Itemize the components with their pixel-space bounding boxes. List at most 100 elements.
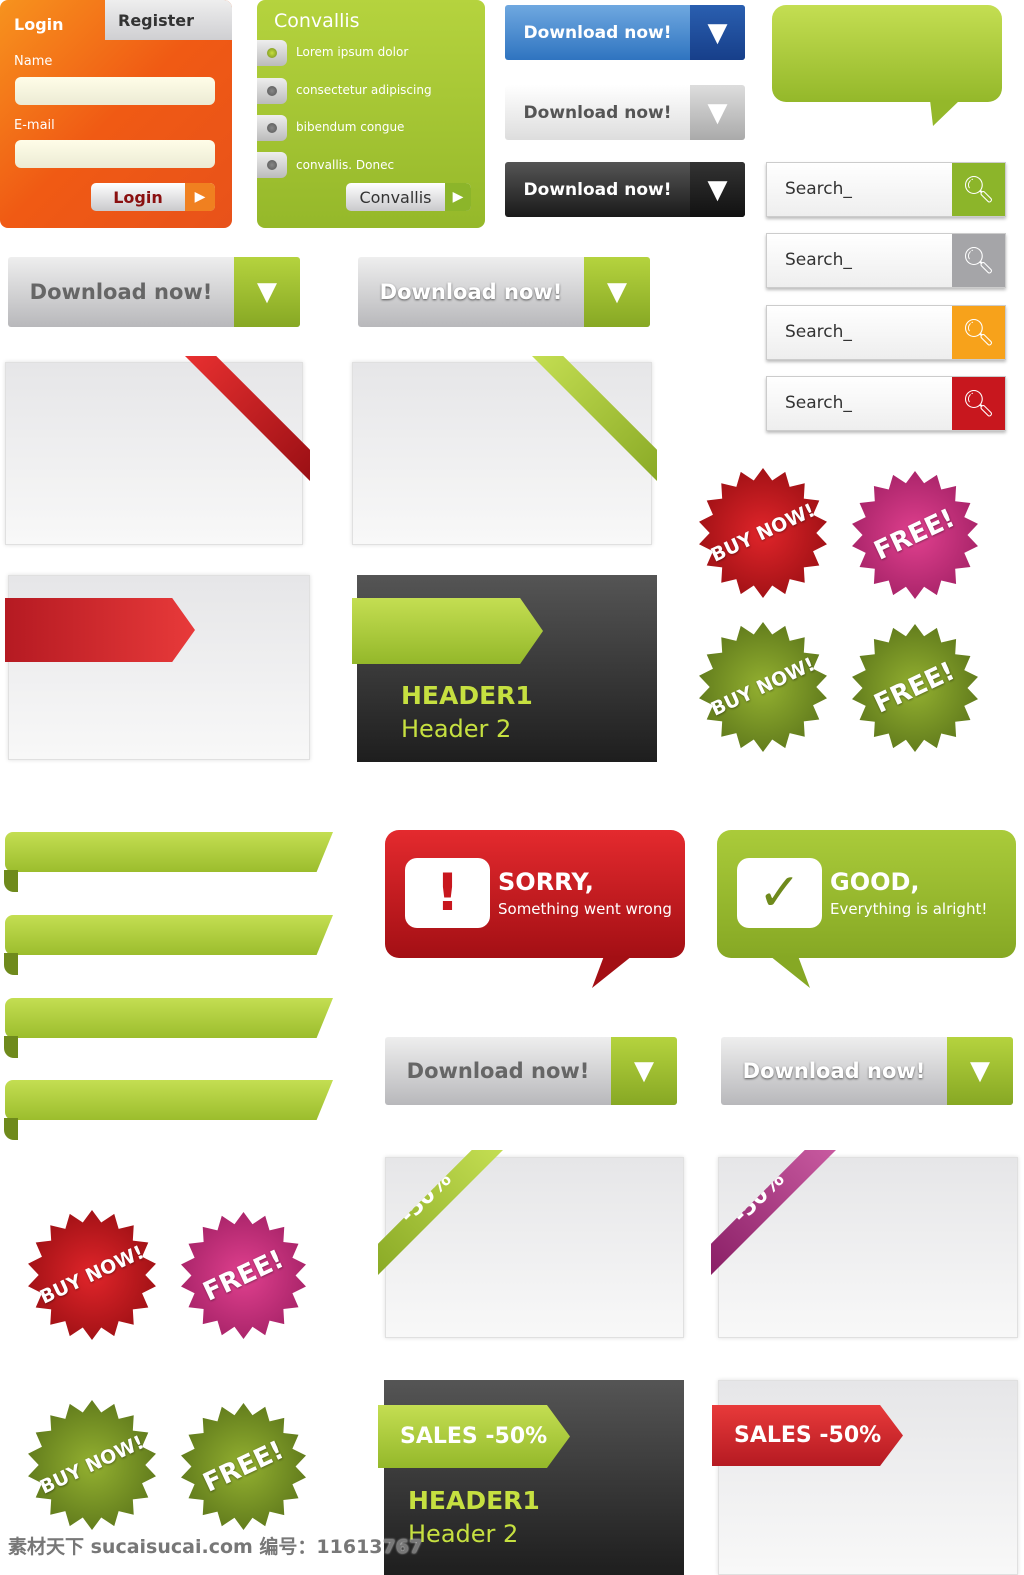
login-button[interactable]: Login ▶: [91, 183, 215, 211]
list-item: bibendum congue: [296, 120, 405, 134]
sales-tab-green: SALES -50%: [378, 1405, 570, 1468]
arrow-down-icon: ▼: [690, 85, 745, 140]
ribbon-3: [5, 998, 333, 1038]
card-green-corner: [352, 362, 652, 545]
badge-free-green[interactable]: FREE!: [852, 624, 978, 752]
error-text: Something went wrong: [498, 900, 672, 918]
card-discount-green: [385, 1157, 684, 1338]
login-button-label: Login: [113, 187, 163, 207]
search-input[interactable]: Search_: [767, 377, 952, 430]
ribbon-4: [5, 1080, 333, 1120]
panel-title: Convallis: [274, 10, 360, 32]
search-box-red[interactable]: Search_ 🔍︎: [766, 376, 1006, 431]
ribbon-curl: [4, 1118, 18, 1140]
search-icon[interactable]: 🔍︎: [952, 234, 1005, 287]
download-label: Download now!: [379, 280, 563, 304]
download-label: Download now!: [523, 102, 672, 123]
radio-4[interactable]: [257, 152, 287, 178]
header1: HEADER1: [401, 681, 533, 710]
arrow-down-icon: ▼: [584, 257, 650, 327]
radio-3[interactable]: [257, 115, 287, 141]
badge-free-magenta[interactable]: FREE!: [852, 471, 978, 599]
search-box-green[interactable]: Search_ 🔍︎: [766, 162, 1006, 217]
tab-login[interactable]: Login: [14, 15, 64, 34]
arrow-right-icon: ▶: [185, 183, 215, 211]
download-label: Download now!: [29, 280, 213, 304]
header2: Header 2: [408, 1520, 519, 1548]
download-label: Download now!: [523, 179, 672, 200]
download-label: Download now!: [742, 1059, 926, 1083]
badge-buy-now-red[interactable]: BUY NOW!: [699, 468, 827, 598]
badge-label: FREE!: [870, 503, 960, 567]
convallis-button[interactable]: Convallis ▶: [346, 183, 471, 211]
error-message: ! SORRY, Something went wrong: [385, 830, 685, 958]
radio-1[interactable]: [257, 40, 287, 66]
download-label: Download now!: [406, 1059, 590, 1083]
search-box-orange[interactable]: Search_ 🔍︎: [766, 305, 1006, 360]
badge-label: BUY NOW!: [707, 499, 819, 567]
success-text: Everything is alright!: [830, 900, 988, 918]
radio-2[interactable]: [257, 78, 287, 104]
download-button-gray-2[interactable]: Download now! ▼: [385, 1037, 677, 1105]
bubble-tail: [770, 956, 810, 988]
login-panel: Register Login Name E-mail Login ▶: [0, 0, 232, 228]
search-input[interactable]: Search_: [767, 306, 952, 359]
speech-bubble: [772, 5, 1002, 102]
tab-ribbon-green: [352, 598, 543, 664]
card-red-corner: [5, 362, 303, 545]
badge-label: BUY NOW!: [36, 1241, 148, 1309]
ribbon-curl: [4, 953, 18, 975]
badge-label: BUY NOW!: [36, 1431, 148, 1499]
search-icon[interactable]: 🔍︎: [952, 163, 1005, 216]
watermark: 素材天下 sucaisucai.com 编号：11613767: [8, 1536, 423, 1558]
arrow-down-icon: ▼: [234, 257, 300, 327]
sales-label: SALES -50%: [734, 1423, 882, 1448]
list-item: consectetur adipiscing: [296, 83, 432, 97]
badge-label: FREE!: [198, 1243, 289, 1308]
ribbon-1: [5, 832, 333, 872]
badge-free-green[interactable]: FREE!: [181, 1403, 306, 1530]
tab-register[interactable]: Register: [105, 0, 232, 40]
email-input[interactable]: [15, 140, 215, 168]
card-discount-purple: [718, 1157, 1018, 1338]
ribbon-curl: [4, 1036, 18, 1058]
sales-label: SALES -50%: [400, 1424, 548, 1449]
search-box-gray[interactable]: Search_ 🔍︎: [766, 233, 1006, 288]
download-button-gray-white[interactable]: Download now! ▼: [358, 257, 650, 327]
download-button-blue[interactable]: Download now! ▼: [505, 5, 745, 60]
ribbon-2: [5, 915, 333, 955]
download-button-gray[interactable]: Download now! ▼: [8, 257, 300, 327]
search-icon[interactable]: 🔍︎: [952, 377, 1005, 430]
header1: HEADER1: [408, 1486, 540, 1515]
arrow-down-icon: ▼: [690, 5, 745, 60]
search-input[interactable]: Search_: [767, 163, 952, 216]
bubble-tail: [592, 956, 632, 988]
convallis-button-label: Convallis: [359, 187, 432, 207]
badge-label: BUY NOW!: [707, 653, 819, 721]
arrow-down-icon: ▼: [947, 1037, 1013, 1105]
search-icon[interactable]: 🔍︎: [952, 306, 1005, 359]
sales-tab-red: SALES -50%: [712, 1405, 903, 1466]
download-button-gray-white-2[interactable]: Download now! ▼: [721, 1037, 1013, 1105]
badge-buy-now-red[interactable]: BUY NOW!: [28, 1210, 156, 1340]
speech-bubble-tail: [930, 100, 960, 126]
arrow-right-icon: ▶: [445, 183, 471, 211]
download-button-light[interactable]: Download now! ▼: [505, 85, 745, 140]
download-label: Download now!: [523, 22, 672, 43]
convallis-panel: Convallis Lorem ipsum dolor consectetur …: [257, 0, 485, 228]
email-label: E-mail: [14, 118, 55, 133]
badge-buy-now-green[interactable]: BUY NOW!: [28, 1400, 156, 1530]
badge-label: FREE!: [870, 656, 960, 720]
success-title: GOOD,: [830, 868, 920, 896]
badge-buy-now-green[interactable]: BUY NOW!: [699, 622, 827, 752]
arrow-down-icon: ▼: [690, 162, 745, 217]
download-button-dark[interactable]: Download now! ▼: [505, 162, 745, 217]
name-input[interactable]: [15, 77, 215, 105]
error-title: SORRY,: [498, 868, 594, 896]
header2: Header 2: [401, 715, 512, 743]
tab-ribbon-red: [5, 598, 195, 662]
badge-free-magenta[interactable]: FREE!: [181, 1212, 306, 1339]
name-label: Name: [14, 54, 53, 69]
list-item: convallis. Donec: [296, 158, 395, 172]
search-input[interactable]: Search_: [767, 234, 952, 287]
